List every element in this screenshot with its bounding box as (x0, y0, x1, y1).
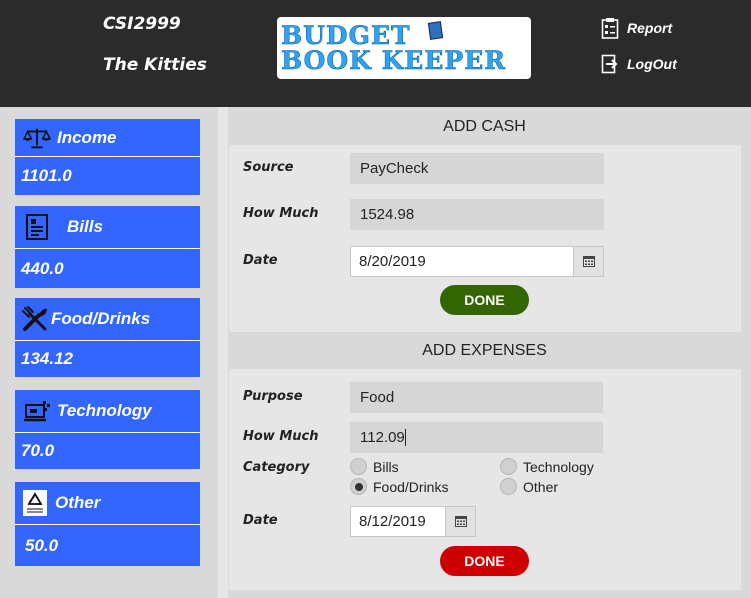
scales-icon (23, 124, 51, 152)
category-value: 440.0 (15, 249, 200, 288)
computer-icon (23, 397, 51, 425)
category-header: Income (15, 119, 200, 156)
utensils-icon (21, 305, 49, 333)
source-label: Source (243, 160, 294, 175)
category-header: Other (15, 482, 200, 524)
category-card-other: Other 50.0 (15, 482, 200, 566)
radio-other[interactable]: Other (500, 478, 558, 495)
category-label: Bills (67, 217, 103, 236)
report-label: Report (627, 20, 673, 36)
cash-amount-label: How Much (243, 206, 319, 221)
category-value: 134.12 (15, 341, 200, 377)
category-label: Technology (57, 401, 152, 420)
category-value: 50.0 (15, 525, 200, 566)
logo-line-2: BOOK KEEPER (281, 46, 507, 75)
calendar-icon[interactable] (445, 507, 475, 536)
cash-amount-input[interactable]: 1524.98 (350, 199, 604, 230)
category-value: 70.0 (15, 433, 200, 469)
category-label: Other (55, 493, 101, 512)
expense-date-label: Date (243, 513, 278, 528)
radio-food-drinks[interactable]: Food/Drinks (350, 478, 448, 495)
radio-button[interactable] (500, 458, 517, 475)
category-card-food-drinks: Food/Drinks 134.12 (15, 298, 200, 377)
category-header: Technology (15, 390, 200, 432)
report-icon (601, 17, 619, 39)
course-code: CSI2999 (103, 14, 181, 34)
category-card-technology: Technology 70.0 (15, 390, 200, 469)
logo-line-1: BUDGET (281, 21, 411, 50)
radio-button[interactable] (350, 458, 367, 475)
category-label: Income (57, 127, 117, 147)
category-header: Food/Drinks (15, 298, 200, 340)
purpose-label: Purpose (243, 389, 303, 404)
team-name: The Kitties (103, 55, 207, 75)
add-expenses-title: ADD EXPENSES (422, 342, 547, 359)
category-value: 1101.0 (15, 157, 200, 195)
category-card-bills: Bills 440.0 (15, 206, 200, 288)
panel-divider (218, 107, 228, 598)
expense-date-value[interactable]: 8/12/2019 (351, 507, 445, 536)
cash-date-value[interactable]: 8/20/2019 (351, 247, 573, 276)
add-cash-title: ADD CASH (443, 118, 526, 135)
report-link[interactable]: Report (601, 17, 672, 39)
bill-icon (23, 213, 51, 241)
add-expense-done-button[interactable]: DONE (440, 546, 529, 576)
app-logo: BUDGET BOOK KEEPER (277, 17, 531, 79)
category-summary-panel: Income 1101.0 Bills 440.0 Food/Drinks 13… (0, 107, 218, 598)
radio-label: Bills (373, 458, 399, 475)
source-input[interactable]: PayCheck (350, 153, 604, 184)
calendar-icon[interactable] (573, 247, 603, 276)
logout-label: LogOut (627, 56, 677, 72)
radio-label: Other (523, 478, 559, 495)
radio-label: Technology (523, 458, 594, 475)
radio-bills[interactable]: Bills (350, 458, 399, 475)
text-cursor (404, 429, 406, 446)
expense-amount-value: 112.09 (360, 429, 405, 446)
radio-button-selected[interactable] (350, 478, 367, 495)
category-header: Bills (15, 206, 200, 248)
cash-date-picker[interactable]: 8/20/2019 (350, 246, 604, 277)
logout-icon (601, 54, 619, 74)
category-label: Category (243, 460, 310, 475)
expense-amount-label: How Much (243, 429, 319, 444)
logout-link[interactable]: LogOut (601, 54, 677, 74)
app-header: CSI2999 The Kitties BUDGET BOOK KEEPER R… (0, 0, 751, 107)
category-card-income: Income 1101.0 (15, 119, 200, 195)
recycle-icon (23, 490, 47, 516)
purpose-input[interactable]: Food (350, 382, 603, 413)
radio-technology[interactable]: Technology (500, 458, 594, 475)
radio-button[interactable] (500, 478, 517, 495)
category-label: Food/Drinks (51, 309, 151, 328)
cash-date-label: Date (243, 253, 278, 268)
book-icon (427, 21, 444, 40)
radio-label: Food/Drinks (373, 478, 449, 495)
expense-date-picker[interactable]: 8/12/2019 (350, 506, 476, 537)
add-cash-done-button[interactable]: DONE (440, 285, 529, 315)
expense-amount-input[interactable]: 112.09 (350, 422, 603, 453)
